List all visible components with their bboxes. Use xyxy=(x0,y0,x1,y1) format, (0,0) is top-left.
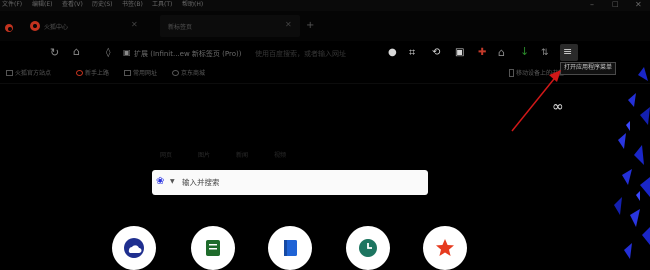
address-bar-hint[interactable]: 使用百度搜索，或者输入网址 xyxy=(255,49,346,59)
new-tab-plus-icon[interactable]: + xyxy=(306,20,314,31)
app-menu-tooltip: 打开应用程序菜单 xyxy=(560,62,617,75)
shield-icon[interactable]: ◊ xyxy=(106,47,110,59)
search-input[interactable] xyxy=(182,175,417,189)
search-box: ❀ ▼ xyxy=(152,170,428,195)
menu-view[interactable]: 查看(V) xyxy=(62,0,83,9)
firefox-icon xyxy=(30,21,40,31)
folder-icon xyxy=(124,70,131,76)
extensions-icon[interactable]: ⇅ xyxy=(541,47,549,59)
search-tab-web[interactable]: 网页 xyxy=(160,150,172,159)
quick-link-history[interactable] xyxy=(346,226,390,270)
bookmark-label: 京东商城 xyxy=(181,70,206,77)
app-menu-button[interactable]: ≡ xyxy=(560,44,578,61)
maximize-button[interactable]: □ xyxy=(612,0,619,9)
tab-title: 新标签页 xyxy=(168,24,193,31)
background-decoration xyxy=(614,67,650,259)
home-alt-icon[interactable]: ⌂ xyxy=(498,47,505,59)
bookmark-label: 常用网址 xyxy=(133,70,158,77)
screenshot-icon[interactable]: ● xyxy=(388,47,397,59)
firefox-logo-icon xyxy=(5,24,13,32)
close-tab-icon[interactable]: ✕ xyxy=(131,20,138,29)
bookmark-label: 新手上路 xyxy=(85,70,110,77)
home-icon[interactable]: ⌂ xyxy=(73,46,80,58)
quick-link-weather[interactable] xyxy=(112,226,156,270)
bookmark-common-sites[interactable]: 常用网址 xyxy=(124,69,157,78)
sync-icon[interactable]: ⟲ xyxy=(432,47,440,59)
bookmark-icon xyxy=(284,240,297,256)
extension-icon: ▣ xyxy=(123,48,131,57)
menu-history[interactable]: 历史(S) xyxy=(92,0,113,9)
tools-icon[interactable]: ✚ xyxy=(478,47,486,59)
bookmark-jd-mall[interactable]: 京东商城 xyxy=(172,69,205,78)
bookmark-label: 移动设备上的书签 xyxy=(516,70,565,77)
tab-new-tab[interactable]: 新标签页 ✕ xyxy=(160,15,300,37)
star-icon xyxy=(436,239,454,256)
tab-firefox-center[interactable]: 火狐中心 ✕ xyxy=(26,15,146,37)
minimize-button[interactable]: – xyxy=(590,0,594,9)
baidu-paw-icon[interactable]: ❀ xyxy=(156,176,164,187)
mobile-icon xyxy=(509,69,514,77)
reload-icon[interactable]: ↻ xyxy=(50,47,59,59)
crop-icon[interactable]: ⌗ xyxy=(409,47,415,59)
infinity-logo-icon[interactable]: ∞ xyxy=(552,99,564,115)
tab-bar: 火狐中心 ✕ 新标签页 ✕ + xyxy=(0,11,650,41)
menu-bookmarks[interactable]: 书签(B) xyxy=(122,0,143,9)
capture-icon[interactable]: ▣ xyxy=(455,47,464,59)
bookmarks-toolbar: 火狐官方站点 新手上路 常用网址 京东商城 移动设备上的书签 xyxy=(0,66,650,84)
search-tab-video[interactable]: 视频 xyxy=(274,150,286,159)
menu-bar: 文件(F) 编辑(E) 查看(V) 历史(S) 书签(B) 工具(T) 帮助(H… xyxy=(0,0,650,11)
download-icon[interactable]: ↓ xyxy=(520,46,529,58)
menu-tools[interactable]: 工具(T) xyxy=(152,0,172,9)
folder-icon xyxy=(6,70,13,76)
address-bar-text[interactable]: 扩展 (Infinit...ew 新标签页 (Pro)) xyxy=(134,49,241,59)
menu-edit[interactable]: 编辑(E) xyxy=(32,0,52,9)
quick-link-favorites[interactable] xyxy=(423,226,467,270)
quick-link-notes[interactable] xyxy=(191,226,235,270)
clock-icon xyxy=(359,239,377,257)
hamburger-menu-icon: ≡ xyxy=(563,45,573,58)
menu-help[interactable]: 帮助(H) xyxy=(182,0,203,9)
chevron-down-icon[interactable]: ▼ xyxy=(170,178,175,185)
menu-file[interactable]: 文件(F) xyxy=(2,0,22,9)
tab-title: 火狐中心 xyxy=(44,24,69,31)
navigation-toolbar: ↻ ⌂ ◊ ▣ 扩展 (Infinit...ew 新标签页 (Pro)) 使用百… xyxy=(0,41,650,65)
globe-icon xyxy=(172,70,179,76)
bookmark-firefox-official[interactable]: 火狐官方站点 xyxy=(6,69,51,78)
weather-cloud-icon xyxy=(124,238,144,258)
search-tab-images[interactable]: 图片 xyxy=(198,150,210,159)
bookmark-getting-started[interactable]: 新手上路 xyxy=(76,69,109,78)
notes-icon xyxy=(206,240,220,256)
close-window-button[interactable]: ✕ xyxy=(635,0,642,9)
bookmark-label: 火狐官方站点 xyxy=(15,70,52,77)
close-tab-icon[interactable]: ✕ xyxy=(285,20,292,29)
search-tab-news[interactable]: 新闻 xyxy=(236,150,248,159)
bookmark-mobile[interactable]: 移动设备上的书签 xyxy=(509,69,564,78)
quick-link-bookmarks[interactable] xyxy=(268,226,312,270)
firefox-icon xyxy=(76,70,83,76)
